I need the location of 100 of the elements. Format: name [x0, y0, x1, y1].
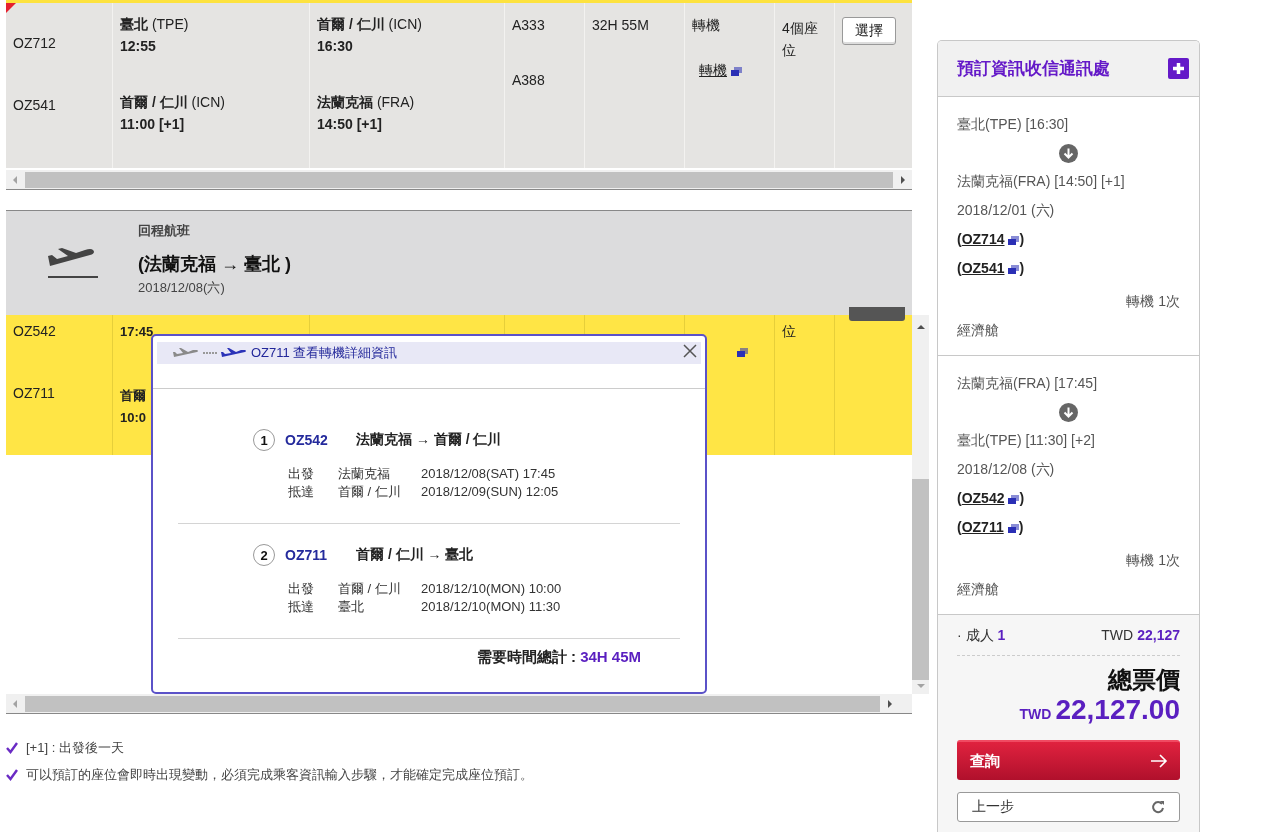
flight-reference: (OZ714 )	[957, 231, 1025, 248]
departure-time: 17:45	[120, 323, 155, 341]
departure-place: 法蘭克福	[338, 465, 391, 483]
total-time-value: 34H 45M	[580, 648, 641, 665]
total-amount: 22,127.00	[1055, 694, 1180, 725]
arrival-time: 16:30	[317, 37, 354, 56]
corner-marker	[6, 3, 16, 13]
popup-window-icon	[1008, 236, 1020, 246]
cabin-class: 經濟艙	[957, 321, 999, 340]
total-time-label: 需要時間總計 :	[476, 648, 577, 665]
horizontal-scrollbar[interactable]	[6, 170, 912, 190]
origin-text: 臺北(TPE) [16:30]	[957, 116, 1069, 135]
arrival-label: 抵達	[288, 483, 315, 501]
section-label: 回程航班	[138, 221, 191, 240]
departure-city: 臺北 (TPE)	[120, 15, 190, 34]
scroll-left-icon	[13, 699, 17, 708]
flight-number: OZ542	[13, 323, 56, 339]
scroll-right-icon	[888, 699, 892, 708]
dotted-line-icon	[203, 351, 217, 355]
horizontal-scrollbar[interactable]	[6, 694, 912, 714]
vertical-scrollbar[interactable]	[912, 315, 929, 694]
plane-icon	[221, 348, 247, 358]
popup-window-icon	[1007, 523, 1019, 533]
arrival-place: 臺北	[338, 598, 365, 616]
currency-text: TWD	[1101, 627, 1134, 643]
arrow-right-icon	[1150, 754, 1168, 768]
arrow-down-icon	[1059, 144, 1078, 164]
aircraft-type: A333	[512, 17, 545, 33]
fare-amount: 22,127	[1137, 627, 1180, 643]
flight-number: OZ541	[13, 97, 56, 113]
departure-label: 出發	[288, 580, 315, 598]
duration-text: 32H 55M	[592, 17, 649, 33]
passenger-count: 1	[997, 627, 1006, 643]
total-currency: TWD	[1019, 706, 1052, 722]
check-icon	[6, 768, 18, 781]
arrival-city: 法蘭克福 (FRA)	[317, 93, 416, 112]
flight-number: OZ542	[285, 432, 329, 448]
step-number: 1	[253, 429, 275, 451]
arrival-time: 2018/12/10(MON) 11:30	[421, 598, 562, 616]
transfer-link[interactable]: 轉機	[699, 62, 742, 80]
scroll-down-icon	[916, 684, 925, 688]
arrival-city: 首爾 / 仁川 (ICN)	[317, 15, 423, 34]
transfer-text: 轉機	[692, 17, 721, 35]
arrival-label: 抵達	[288, 598, 315, 616]
aircraft-type: A388	[512, 72, 545, 88]
route-title: (法蘭克福 → 臺北 )	[138, 252, 291, 276]
popup-window-icon	[1008, 495, 1020, 505]
date-text: 2018/12/01 (六)	[957, 201, 1055, 220]
flight-number: OZ711	[13, 385, 55, 401]
arrival-time: 14:50 [+1]	[317, 115, 383, 134]
search-button[interactable]: 查詢	[957, 740, 1180, 780]
destination-text: 法蘭克福(FRA) [14:50] [+1]	[957, 173, 1125, 192]
seats-available: 4個座位	[782, 19, 819, 60]
refresh-icon	[1151, 800, 1165, 814]
close-icon	[683, 344, 697, 358]
plane-takeoff-icon	[46, 247, 98, 279]
check-icon	[6, 741, 18, 754]
step-number: 2	[253, 544, 275, 566]
popup-title: OZ711 查看轉機詳細資訊	[251, 344, 398, 362]
plane-icon	[173, 348, 199, 358]
popup-window-icon	[737, 347, 748, 357]
flight-reference: (OZ542 )	[957, 490, 1025, 507]
panel-title: 預訂資訊收信通訊處	[957, 58, 1110, 80]
back-button[interactable]: 上一步	[957, 792, 1180, 822]
note-text: 可以預訂的座位會即時出現變動，必須完成乘客資訊輸入步驟，才能確定完成座位預訂。	[26, 765, 533, 784]
arrow-down-icon	[1059, 403, 1078, 423]
passenger-label: · 成人	[957, 627, 994, 643]
arrival-time: 2018/12/09(SUN) 12:05	[421, 483, 560, 501]
departure-label: 出發	[288, 465, 315, 483]
cabin-class: 經濟艙	[957, 580, 999, 599]
total-fare-label: 總票價	[1108, 666, 1180, 693]
date-text: 2018/12/08(六)	[138, 278, 226, 297]
transfer-count: 轉機 1次	[1126, 293, 1180, 312]
flight-reference: (OZ711 )	[957, 518, 1024, 535]
plus-icon	[1168, 58, 1189, 79]
seats-available: 位	[782, 323, 796, 339]
scroll-left-icon	[13, 175, 17, 184]
popup-window-icon	[1008, 264, 1020, 274]
departure-time: 12:55	[120, 37, 157, 56]
transfer-count: 轉機 1次	[1126, 552, 1180, 571]
flight-number: OZ711	[285, 547, 329, 563]
scroll-right-icon	[901, 175, 905, 184]
scroll-up-icon	[916, 325, 925, 329]
arrival-place: 首爾 / 仁川	[338, 483, 402, 501]
departure-city: 首爾	[120, 387, 147, 405]
flight-reference: (OZ541 )	[957, 259, 1025, 276]
popup-window-icon	[731, 66, 742, 76]
departure-place: 首爾 / 仁川	[338, 580, 402, 598]
route-text: 首爾 / 仁川 → 臺北	[356, 546, 474, 564]
departure-time: 2018/12/10(MON) 10:00	[421, 580, 563, 598]
destination-text: 臺北(TPE) [11:30] [+2]	[957, 432, 1095, 451]
flight-number: OZ712	[13, 35, 56, 51]
note-text: [+1] : 出發後一天	[26, 738, 124, 757]
origin-text: 法蘭克福(FRA) [17:45]	[957, 375, 1098, 394]
departure-city: 首爾 / 仁川 (ICN)	[120, 93, 226, 112]
select-button[interactable]: 選擇	[842, 17, 896, 45]
departure-time: 2018/12/08(SAT) 17:45	[421, 465, 557, 483]
date-text: 2018/12/08 (六)	[957, 460, 1055, 479]
departure-time: 11:00 [+1]	[120, 115, 186, 134]
departure-time: 10:0	[120, 409, 148, 427]
